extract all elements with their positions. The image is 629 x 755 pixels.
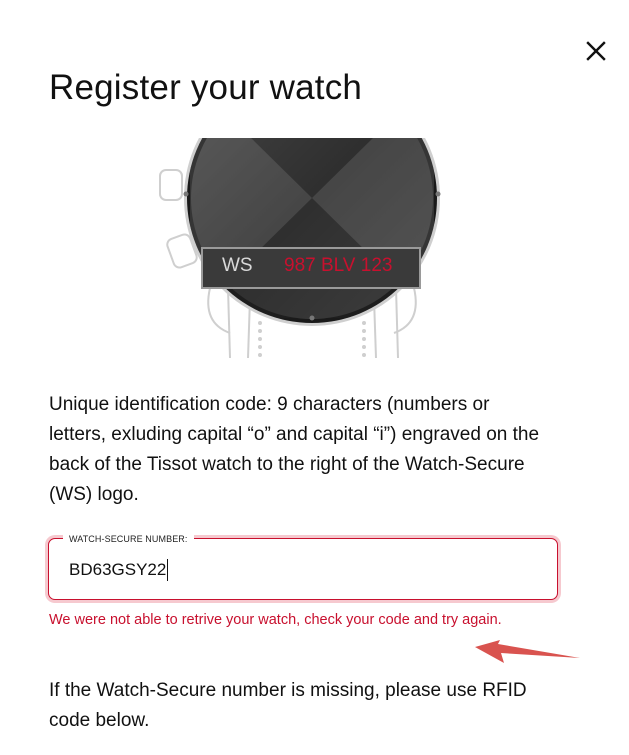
watch-secure-number-value: BD63GSY22 (69, 560, 167, 579)
annotation-arrow-icon (475, 640, 580, 663)
missing-number-text: If the Watch-Secure number is missing, p… (49, 680, 527, 731)
watch-secure-number-label: WATCH-SECURE NUMBER: (63, 534, 194, 545)
ws-logo-label: WS (222, 255, 253, 276)
watch-secure-number-input[interactable]: BD63GSY22 (69, 559, 169, 581)
watch-back-illustration (159, 138, 441, 359)
register-watch-modal: Register your watch WS 987 BLV 123 Uniqu… (0, 0, 629, 755)
code-description: Unique identification code: 9 characters… (49, 394, 540, 505)
modal-title: Register your watch (49, 68, 363, 107)
close-button[interactable] (580, 36, 612, 68)
error-message: We were not able to retrive your watch, … (49, 612, 502, 628)
watch-secure-number-field[interactable]: WATCH-SECURE NUMBER: BD63GSY22 (48, 534, 558, 600)
text-caret (167, 559, 169, 581)
ws-example-code: 987 BLV 123 (284, 255, 393, 276)
close-icon (586, 41, 606, 61)
